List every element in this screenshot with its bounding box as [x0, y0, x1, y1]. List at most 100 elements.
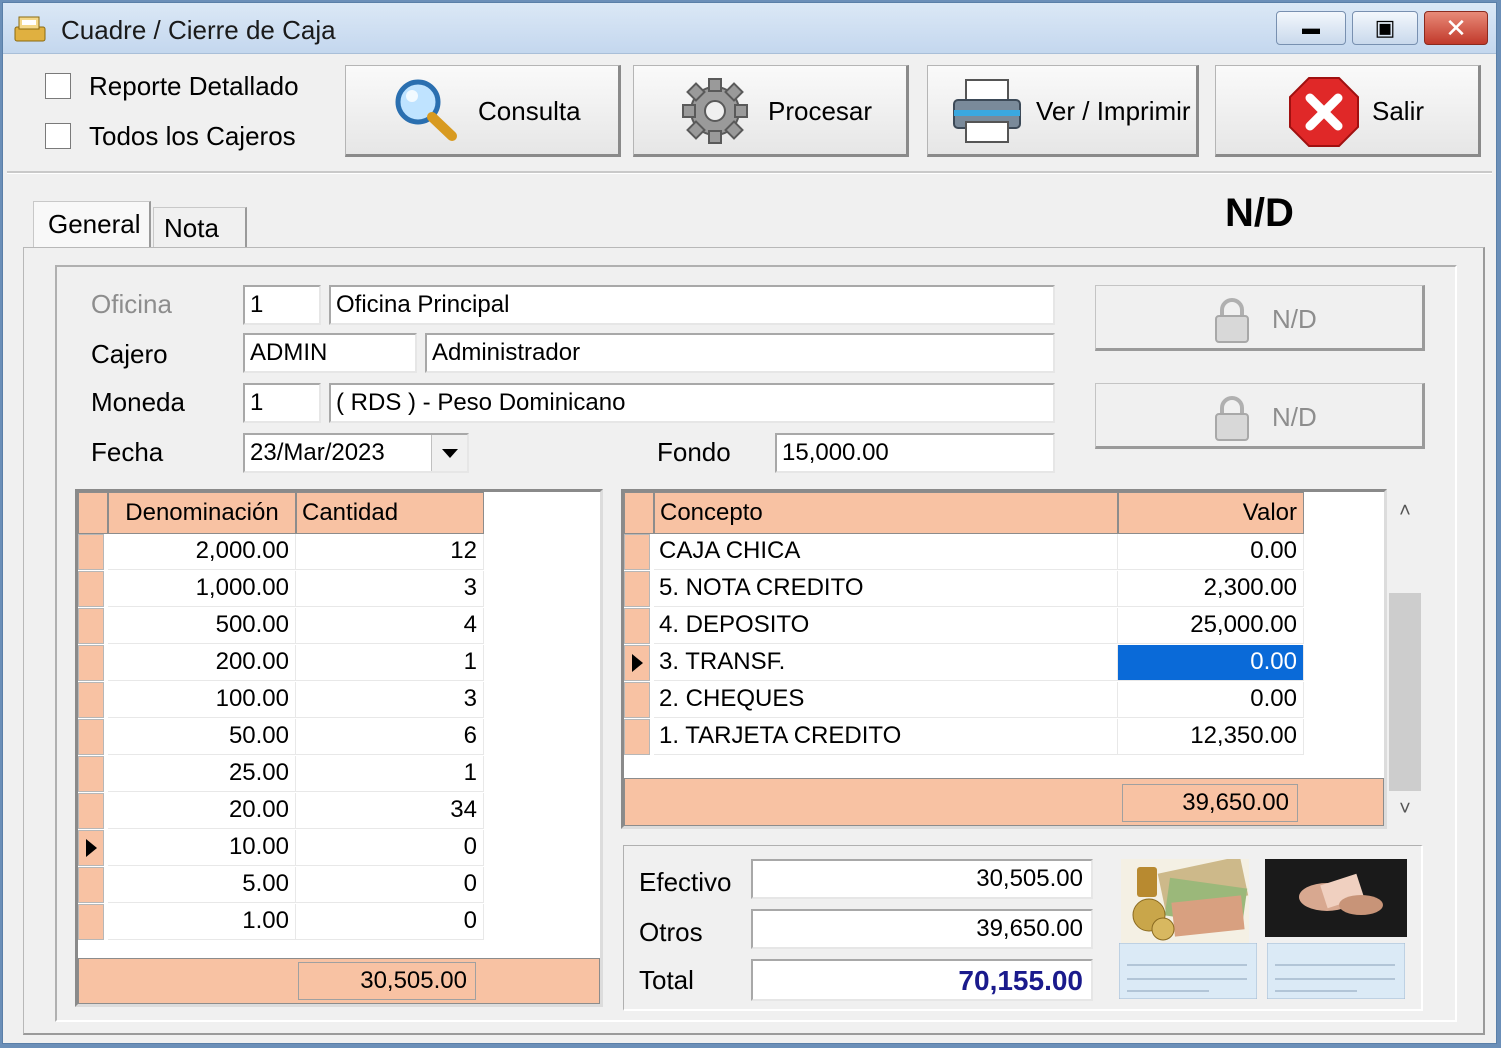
exit-button[interactable]: Salir — [1215, 65, 1481, 157]
concept-cell[interactable]: 3. TRANSF. — [654, 645, 1118, 681]
concept-cell[interactable]: 1. TARJETA CREDITO — [654, 719, 1118, 755]
quantity-cell[interactable]: 0 — [296, 830, 484, 866]
cashier-code-field[interactable]: ADMIN — [243, 333, 417, 373]
nd-button-2[interactable]: N/D — [1095, 383, 1425, 449]
quantity-cell[interactable]: 1 — [296, 756, 484, 792]
detailed-report-label[interactable]: Reporte Detallado — [89, 71, 299, 102]
concept-row-indicator[interactable] — [624, 534, 650, 570]
denomination-column-header[interactable]: Denominación — [108, 492, 296, 534]
denomination-cell[interactable]: 5.00 — [108, 867, 296, 903]
currency-name-field[interactable]: ( RDS ) - Peso Dominicano — [329, 383, 1055, 423]
quantity-cell[interactable]: 0 — [296, 867, 484, 903]
scroll-up-icon[interactable]: ˄ — [1387, 493, 1423, 529]
quantity-column-header[interactable]: Cantidad — [296, 492, 484, 534]
grand-total-value: 70,155.00 — [958, 965, 1083, 996]
concept-scrollbar[interactable]: ˄ ˅ — [1387, 493, 1423, 825]
exit-label: Salir — [1372, 96, 1425, 126]
quantity-cell[interactable]: 34 — [296, 793, 484, 829]
cash-label: Efectivo — [639, 867, 732, 897]
office-code-field[interactable]: 1 — [243, 285, 321, 325]
total-label: Total — [639, 965, 694, 995]
concept-row-indicator[interactable] — [624, 719, 650, 755]
concept-cell[interactable]: 2. CHEQUES — [654, 682, 1118, 718]
denomination-cell[interactable]: 1,000.00 — [108, 571, 296, 607]
lock-icon — [1215, 298, 1249, 343]
quantity-cell[interactable]: 6 — [296, 719, 484, 755]
lock-icon — [1215, 396, 1249, 441]
all-cashiers-label[interactable]: Todos los Cajeros — [89, 121, 296, 152]
nd-button-1[interactable]: N/D — [1095, 285, 1425, 351]
concept-row-indicator[interactable] — [624, 682, 650, 718]
magnifier-icon — [395, 79, 457, 141]
denomination-cell[interactable]: 500.00 — [108, 608, 296, 644]
value-column-header[interactable]: Valor — [1118, 492, 1304, 534]
value-cell[interactable]: 0.00 — [1118, 645, 1304, 681]
concept-row-indicator[interactable] — [624, 608, 650, 644]
maximize-icon: ▣ — [1374, 15, 1396, 40]
value-cell[interactable]: 0.00 — [1118, 682, 1304, 718]
denom-row-indicator[interactable] — [78, 571, 104, 607]
value-cell[interactable]: 12,350.00 — [1118, 719, 1304, 755]
denomination-cell[interactable]: 100.00 — [108, 682, 296, 718]
fund-field[interactable]: 15,000.00 — [775, 433, 1055, 473]
concept-column-header[interactable]: Concepto — [654, 492, 1118, 534]
denom-row-indicator[interactable] — [78, 793, 104, 829]
denom-row-indicator[interactable] — [78, 534, 104, 570]
denomination-cell[interactable]: 2,000.00 — [108, 534, 296, 570]
exit-icon — [1289, 77, 1359, 147]
denomination-cell[interactable]: 50.00 — [108, 719, 296, 755]
quantity-cell[interactable]: 3 — [296, 682, 484, 718]
denom-row-indicator[interactable] — [78, 645, 104, 681]
quantity-cell[interactable]: 1 — [296, 645, 484, 681]
office-name-field[interactable]: Oficina Principal — [329, 285, 1055, 325]
print-button[interactable]: Ver / Imprimir — [927, 65, 1199, 157]
concept-cell[interactable]: CAJA CHICA — [654, 534, 1118, 570]
denomination-cell[interactable]: 20.00 — [108, 793, 296, 829]
currency-code-field[interactable]: 1 — [243, 383, 321, 423]
process-button[interactable]: Procesar — [633, 65, 909, 157]
denomination-cell[interactable]: 10.00 — [108, 830, 296, 866]
tab-general[interactable]: General — [33, 201, 151, 247]
quantity-cell[interactable]: 4 — [296, 608, 484, 644]
query-button[interactable]: Consulta — [345, 65, 621, 157]
value-cell[interactable]: 25,000.00 — [1118, 608, 1304, 644]
denom-row-indicator[interactable] — [78, 608, 104, 644]
denom-row-indicator[interactable] — [78, 719, 104, 755]
denom-row-indicator[interactable] — [78, 756, 104, 792]
concept-grid[interactable]: Concepto Valor CAJA CHICA 0.00 5. NOTA CRE… — [621, 489, 1387, 829]
quantity-cell[interactable]: 0 — [296, 904, 484, 940]
handshake-money-image — [1265, 859, 1407, 937]
scroll-thumb[interactable] — [1389, 593, 1421, 791]
date-label: Fecha — [91, 437, 164, 467]
denomination-cell[interactable]: 200.00 — [108, 645, 296, 681]
quantity-cell[interactable]: 12 — [296, 534, 484, 570]
denom-row-indicator[interactable] — [78, 830, 104, 866]
denom-row-indicator[interactable] — [78, 904, 104, 940]
money-coins-image — [1121, 859, 1249, 943]
denomination-cell[interactable]: 25.00 — [108, 756, 296, 792]
denom-row-indicator[interactable] — [78, 682, 104, 718]
value-cell[interactable]: 0.00 — [1118, 534, 1304, 570]
concept-row-indicator[interactable] — [624, 645, 650, 681]
quantity-cell[interactable]: 3 — [296, 571, 484, 607]
value-cell[interactable]: 2,300.00 — [1118, 571, 1304, 607]
denom-row-indicator[interactable] — [78, 867, 104, 903]
minimize-button[interactable]: ▬ — [1276, 11, 1346, 45]
concept-cell[interactable]: 4. DEPOSITO — [654, 608, 1118, 644]
concept-row-indicator[interactable] — [624, 571, 650, 607]
cashier-name-field[interactable]: Administrador — [425, 333, 1055, 373]
value-header-label: Valor — [1242, 499, 1297, 526]
concept-cell[interactable]: 5. NOTA CREDITO — [654, 571, 1118, 607]
date-dropdown-arrow-icon[interactable] — [431, 435, 467, 471]
detailed-report-checkbox[interactable] — [45, 73, 71, 99]
all-cashiers-checkbox[interactable] — [45, 123, 71, 149]
close-window-button[interactable]: ✕ — [1424, 11, 1488, 45]
maximize-button[interactable]: ▣ — [1352, 11, 1418, 45]
concept-grid-corner — [624, 492, 654, 534]
scroll-down-icon[interactable]: ˅ — [1387, 791, 1423, 827]
tab-note[interactable]: Nota — [153, 207, 247, 247]
denomination-grid[interactable]: Denominación Cantidad 2,000.00 12 1,000.00… — [75, 489, 603, 1007]
main-window: Cuadre / Cierre de Caja ▬ ▣ ✕ Reporte De… — [2, 2, 1497, 1044]
denomination-cell[interactable]: 1.00 — [108, 904, 296, 940]
denomination-total: 30,505.00 — [298, 962, 476, 1000]
